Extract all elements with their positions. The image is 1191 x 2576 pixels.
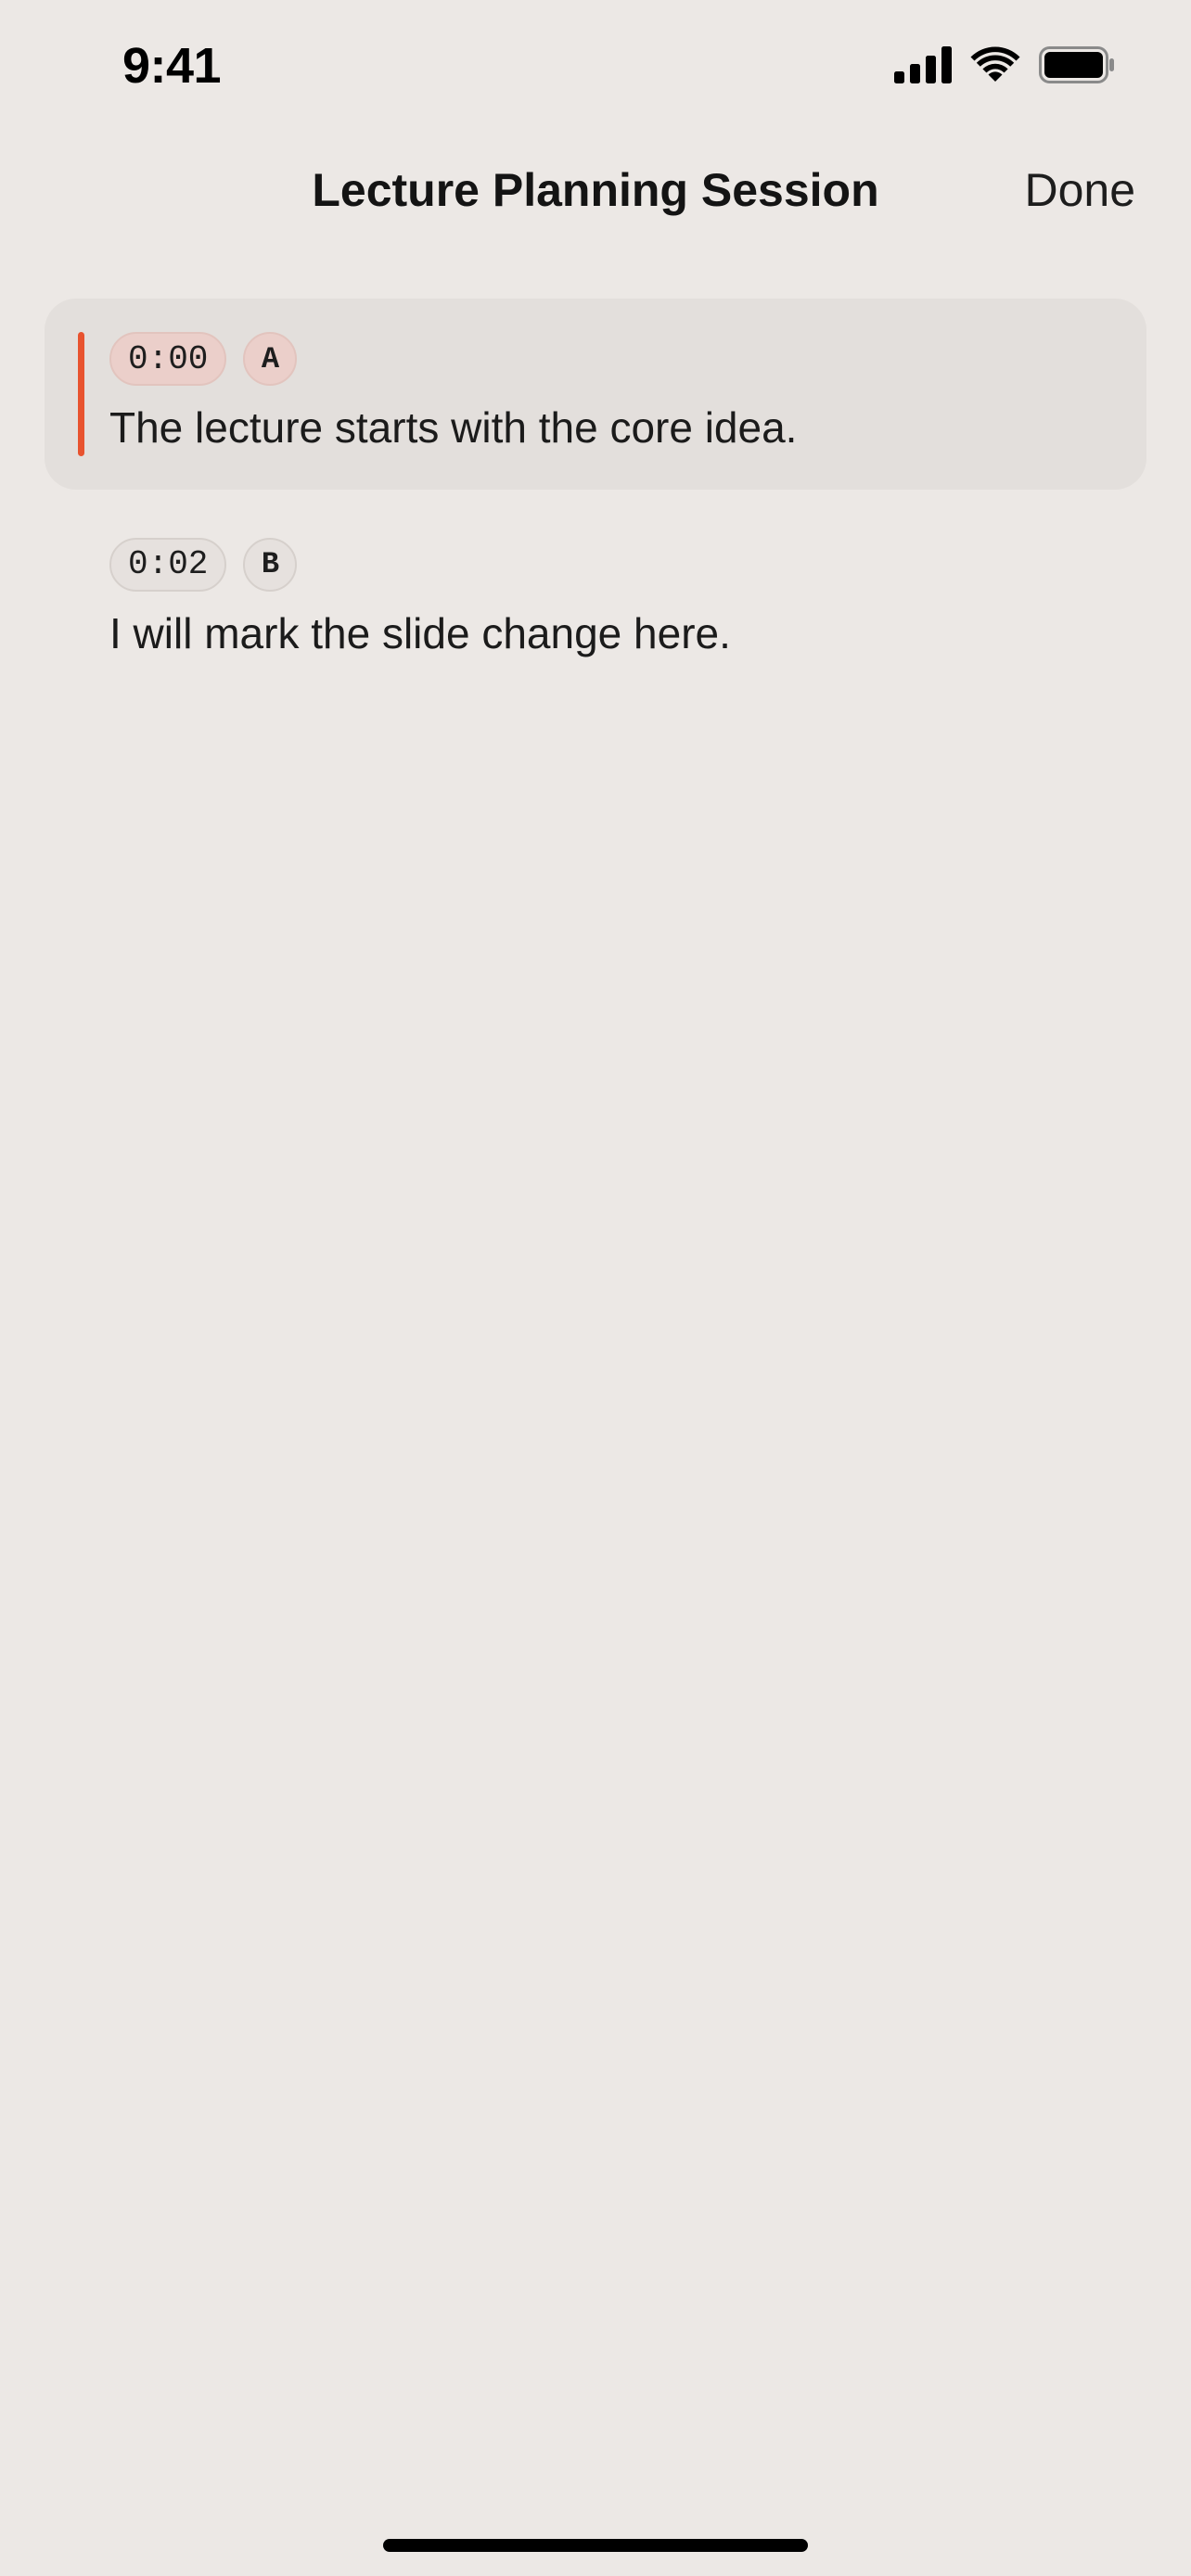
done-button[interactable]: Done [1024,163,1135,217]
timestamp-chip[interactable]: 0:00 [109,332,227,386]
cellular-signal-icon [894,46,952,83]
battery-icon [1039,46,1115,83]
transcript-segment[interactable]: 0:02 B I will mark the slide change here… [45,504,1146,695]
segment-meta: 0:02 B [109,537,1109,592]
page-title: Lecture Planning Session [312,164,879,216]
navigation-bar: Lecture Planning Session Done [0,148,1191,241]
status-icons [894,46,1115,83]
segment-text: The lecture starts with the core idea. [109,403,798,452]
transcript-list: 0:00 A The lecture starts with the core … [45,299,1146,710]
speaker-chip[interactable]: A [243,332,298,386]
speaker-chip[interactable]: B [243,537,298,592]
status-time: 9:41 [122,38,222,94]
wifi-icon [970,46,1020,83]
transcript-segment-active[interactable]: 0:00 A The lecture starts with the core … [45,299,1146,490]
status-bar: 9:41 [0,0,1191,139]
segment-text: I will mark the slide change here. [109,608,731,657]
home-indicator[interactable] [383,2539,808,2552]
segment-meta: 0:00 A [109,332,1109,386]
timestamp-chip[interactable]: 0:02 [109,537,227,592]
active-segment-indicator [78,332,84,456]
